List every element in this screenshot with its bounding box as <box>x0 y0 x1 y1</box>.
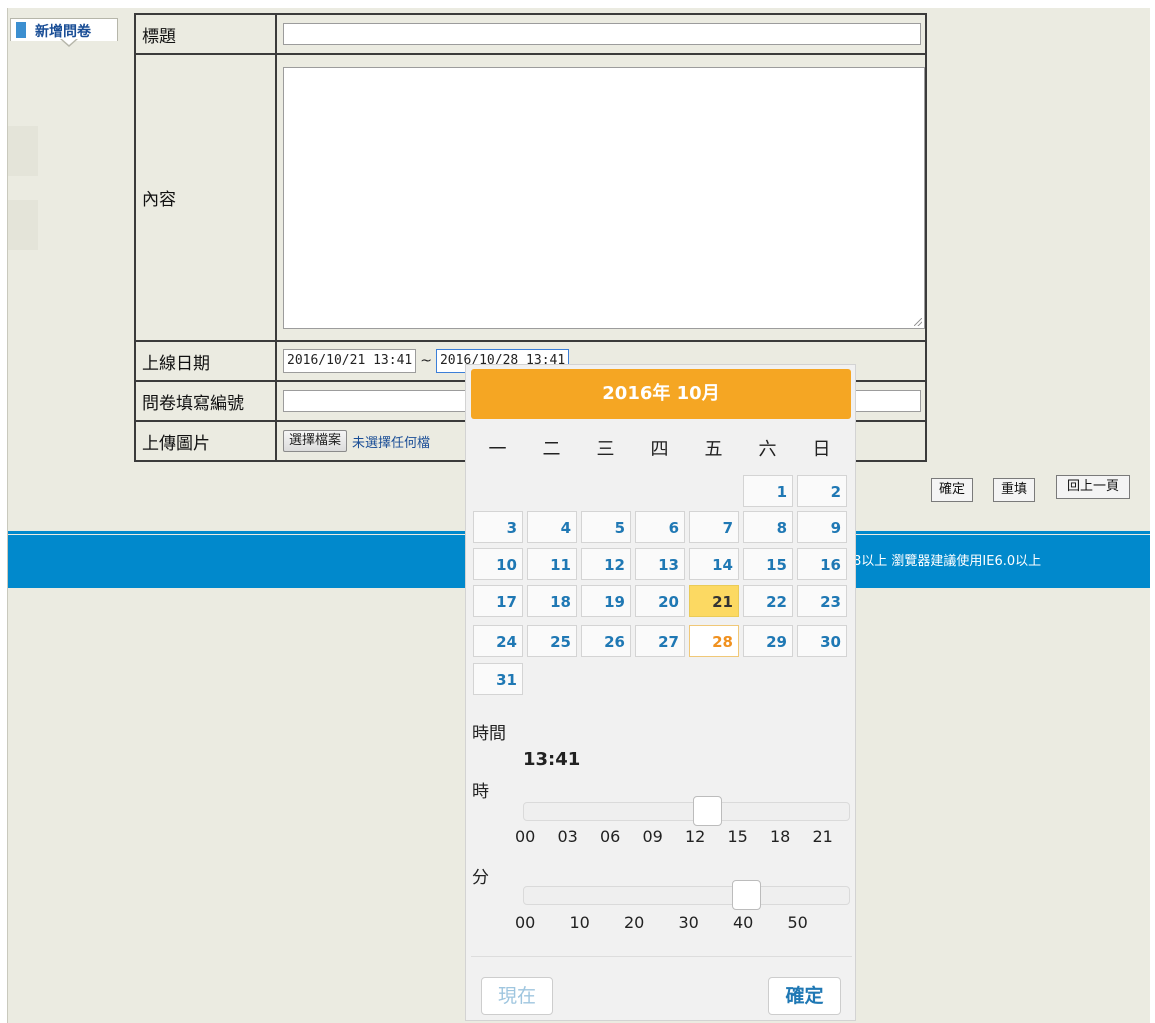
title-input[interactable] <box>283 23 921 45</box>
form-row-content: 內容 <box>134 53 927 342</box>
calendar-day[interactable]: 13 <box>635 548 685 580</box>
resize-grip-icon[interactable] <box>914 317 922 326</box>
calendar-day[interactable]: 15 <box>743 548 793 580</box>
calendar-day[interactable]: 20 <box>635 585 685 617</box>
minute-tick-label: 20 <box>624 913 645 932</box>
calendar-day[interactable]: 18 <box>527 585 577 617</box>
calendar-day[interactable]: 31 <box>473 663 523 695</box>
minute-tick-label: 00 <box>515 913 536 932</box>
back-button[interactable]: 回上一頁 <box>1056 475 1131 499</box>
calendar-day[interactable]: 17 <box>473 585 523 617</box>
side-decoration-2 <box>8 200 38 250</box>
minute-tick-label: 10 <box>569 913 590 932</box>
calendar-day[interactable]: 19 <box>581 585 631 617</box>
side-decoration-1 <box>8 126 38 176</box>
title-cell <box>275 13 927 55</box>
calendar-day[interactable]: 27 <box>635 625 685 657</box>
calendar-day[interactable]: 21 <box>689 585 739 617</box>
calendar-day[interactable]: 25 <box>527 625 577 657</box>
hour-slider-track[interactable] <box>523 802 850 821</box>
datepicker-divider <box>471 956 852 957</box>
calendar-day[interactable]: 8 <box>743 511 793 543</box>
minute-tick-label: 30 <box>678 913 699 932</box>
weekday-header: 六 <box>758 439 777 460</box>
weekday-header: 一 <box>488 439 507 460</box>
calendar-day[interactable]: 9 <box>797 511 847 543</box>
content-cell <box>275 53 927 342</box>
calendar-day[interactable]: 14 <box>689 548 739 580</box>
section-tab-label: 新增問卷 <box>35 24 91 40</box>
upload-label: 上傳圖片 <box>134 420 277 462</box>
datepicker-ok-button[interactable]: 確定 <box>768 977 841 1015</box>
hour-label: 時 <box>472 782 489 802</box>
minute-tick-label: 40 <box>733 913 754 932</box>
hour-tick-label: 09 <box>642 827 663 846</box>
calendar-day[interactable]: 6 <box>635 511 685 543</box>
date-label: 上線日期 <box>134 340 277 382</box>
hour-tick-label: 12 <box>685 827 706 846</box>
reset-button[interactable]: 重填 <box>993 478 1036 502</box>
calendar-day[interactable]: 23 <box>797 585 847 617</box>
calendar-day[interactable]: 5 <box>581 511 631 543</box>
hour-tick-label: 06 <box>600 827 621 846</box>
window-top-edge <box>0 0 1155 8</box>
weekday-header: 五 <box>704 439 723 460</box>
window-left-edge <box>0 0 7 1023</box>
calendar-day[interactable]: 4 <box>527 511 577 543</box>
calendar-day[interactable]: 3 <box>473 511 523 543</box>
hour-slider-handle[interactable] <box>693 796 723 826</box>
calendar-day[interactable]: 30 <box>797 625 847 657</box>
calendar-day[interactable]: 24 <box>473 625 523 657</box>
footer-text: 8以上 瀏覽器建議使用IE6.0以上 <box>853 554 1042 569</box>
confirm-button[interactable]: 確定 <box>931 478 974 502</box>
calendar-day[interactable]: 1 <box>743 475 793 507</box>
calendar-day[interactable]: 11 <box>527 548 577 580</box>
serial-label: 問卷填寫編號 <box>134 380 277 422</box>
hour-tick-label: 03 <box>557 827 578 846</box>
tab-marker-icon <box>16 22 26 38</box>
hour-tick-label: 21 <box>812 827 833 846</box>
calendar-day[interactable]: 12 <box>581 548 631 580</box>
section-tab: 新增問卷 <box>10 18 118 41</box>
time-value: 13:41 <box>523 749 581 770</box>
calendar-day[interactable]: 29 <box>743 625 793 657</box>
form-row-title: 標題 <box>134 13 927 55</box>
date-start-input[interactable]: 2016/10/21 13:41 <box>283 349 417 373</box>
minute-slider-track[interactable] <box>523 886 850 905</box>
calendar-day[interactable]: 2 <box>797 475 847 507</box>
tab-pointer-fill <box>62 39 76 45</box>
calendar-day[interactable]: 10 <box>473 548 523 580</box>
window-right-edge <box>1150 0 1155 1023</box>
minute-tick-label: 50 <box>787 913 808 932</box>
calendar-day[interactable]: 22 <box>743 585 793 617</box>
choose-file-button[interactable]: 選擇檔案 <box>283 430 348 452</box>
calendar-day[interactable]: 28 <box>689 625 739 657</box>
weekday-header: 日 <box>812 439 831 460</box>
minute-label: 分 <box>472 868 489 888</box>
time-label: 時間 <box>472 724 506 744</box>
calendar-day[interactable]: 26 <box>581 625 631 657</box>
content-textarea[interactable] <box>283 66 925 329</box>
file-status: 未選擇任何檔 <box>352 435 431 451</box>
hour-tick-label: 15 <box>727 827 748 846</box>
content-label: 內容 <box>134 53 277 342</box>
date-separator: ~ <box>420 353 432 369</box>
calendar-day[interactable]: 7 <box>689 511 739 543</box>
weekday-header: 二 <box>542 439 561 460</box>
now-button[interactable]: 現在 <box>481 977 553 1015</box>
datepicker-popup: 2016年 10月 一二三四五六日 1 2 3 4 5 6 7 8 9 10 11 12 13 14 15 1… <box>465 364 856 1021</box>
weekday-header: 四 <box>650 439 669 460</box>
datepicker-header: 2016年 10月 <box>471 369 851 419</box>
hour-tick-label: 00 <box>515 827 536 846</box>
calendar-day[interactable]: 16 <box>797 548 847 580</box>
hour-tick-label: 18 <box>770 827 791 846</box>
minute-slider-handle[interactable] <box>732 880 762 910</box>
title-label: 標題 <box>134 13 277 55</box>
weekday-header: 三 <box>596 439 615 460</box>
